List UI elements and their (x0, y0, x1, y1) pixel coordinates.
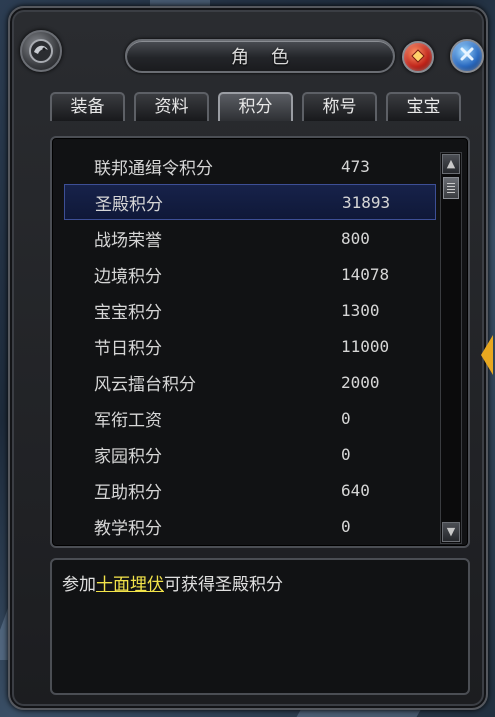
close-x-icon (459, 46, 475, 66)
point-value: 14078 (341, 264, 390, 284)
description-box: 参加十面埋伏可获得圣殿积分 (50, 558, 470, 695)
point-value: 0 (341, 444, 351, 464)
point-name: 军衔工资 (94, 410, 162, 431)
point-value: 0 (341, 408, 351, 428)
activity-link[interactable]: 十面埋伏 (96, 575, 164, 595)
scroll-up-button[interactable]: ▲ (442, 154, 460, 174)
point-value: 2000 (341, 372, 380, 392)
list-item[interactable]: 节日积分 11000 (64, 328, 436, 364)
red-gem-button[interactable] (402, 41, 434, 73)
list-item[interactable]: 互助积分 640 (64, 472, 436, 508)
character-window: 角色 装备 资料 积分 称号 宝宝 联邦通缉令积分 473 圣殿积分 31893 (8, 6, 488, 710)
point-value: 1300 (341, 300, 380, 320)
point-name: 战场荣誉 (94, 230, 162, 251)
window-title: 角色 (231, 47, 311, 68)
description-suffix: 可获得圣殿积分 (164, 575, 283, 595)
tab-points[interactable]: 积分 (218, 92, 293, 121)
tab-pets[interactable]: 宝宝 (386, 92, 461, 121)
points-list: 联邦通缉令积分 473 圣殿积分 31893 战场荣誉 800 边境积分 140… (64, 148, 436, 544)
point-value: 11000 (341, 336, 390, 356)
list-item[interactable]: 风云擂台积分 2000 (64, 364, 436, 400)
point-name: 风云擂台积分 (94, 374, 196, 395)
point-value: 800 (341, 228, 370, 248)
red-gem-icon (411, 48, 425, 67)
scroll-down-button[interactable]: ▼ (442, 522, 460, 542)
window-title-bar[interactable]: 角色 (125, 39, 395, 73)
list-item[interactable]: 宝宝积分 1300 (64, 292, 436, 328)
list-item[interactable]: 家园积分 0 (64, 436, 436, 472)
point-name: 圣殿积分 (95, 194, 163, 215)
point-name: 互助积分 (94, 482, 162, 503)
point-value: 31893 (342, 192, 391, 212)
triangle-down-icon: ▼ (446, 525, 456, 538)
point-value: 0 (341, 516, 351, 536)
list-item[interactable]: 军衔工资 0 (64, 400, 436, 436)
point-name: 联邦通缉令积分 (94, 158, 213, 179)
list-item-selected[interactable]: 圣殿积分 31893 (64, 184, 436, 220)
dragon-emblem-icon (20, 30, 62, 72)
list-item[interactable]: 边境积分 14078 (64, 256, 436, 292)
list-item[interactable]: 联邦通缉令积分 473 (64, 148, 436, 184)
point-name: 边境积分 (94, 266, 162, 287)
list-item[interactable]: 战场荣誉 800 (64, 220, 436, 256)
tab-titles[interactable]: 称号 (302, 92, 377, 121)
point-name: 家园积分 (94, 446, 162, 467)
point-name: 宝宝积分 (94, 302, 162, 323)
tab-equipment[interactable]: 装备 (50, 92, 125, 121)
close-button[interactable] (450, 39, 484, 73)
triangle-left-icon (481, 335, 493, 375)
scroll-thumb[interactable] (443, 177, 459, 199)
point-value: 640 (341, 480, 370, 500)
description-prefix: 参加 (62, 575, 96, 595)
tab-bar: 装备 资料 积分 称号 宝宝 (50, 92, 468, 122)
point-name: 教学积分 (94, 518, 162, 539)
side-expand-handle[interactable] (481, 330, 493, 380)
list-item[interactable]: 教学积分 0 (64, 508, 436, 544)
list-scrollbar[interactable]: ▲ ▼ (440, 152, 462, 544)
triangle-up-icon: ▲ (446, 157, 456, 170)
points-list-panel: 联邦通缉令积分 473 圣殿积分 31893 战场荣誉 800 边境积分 140… (50, 136, 470, 548)
point-name: 节日积分 (94, 338, 162, 359)
point-value: 473 (341, 156, 370, 176)
tab-profile[interactable]: 资料 (134, 92, 209, 121)
